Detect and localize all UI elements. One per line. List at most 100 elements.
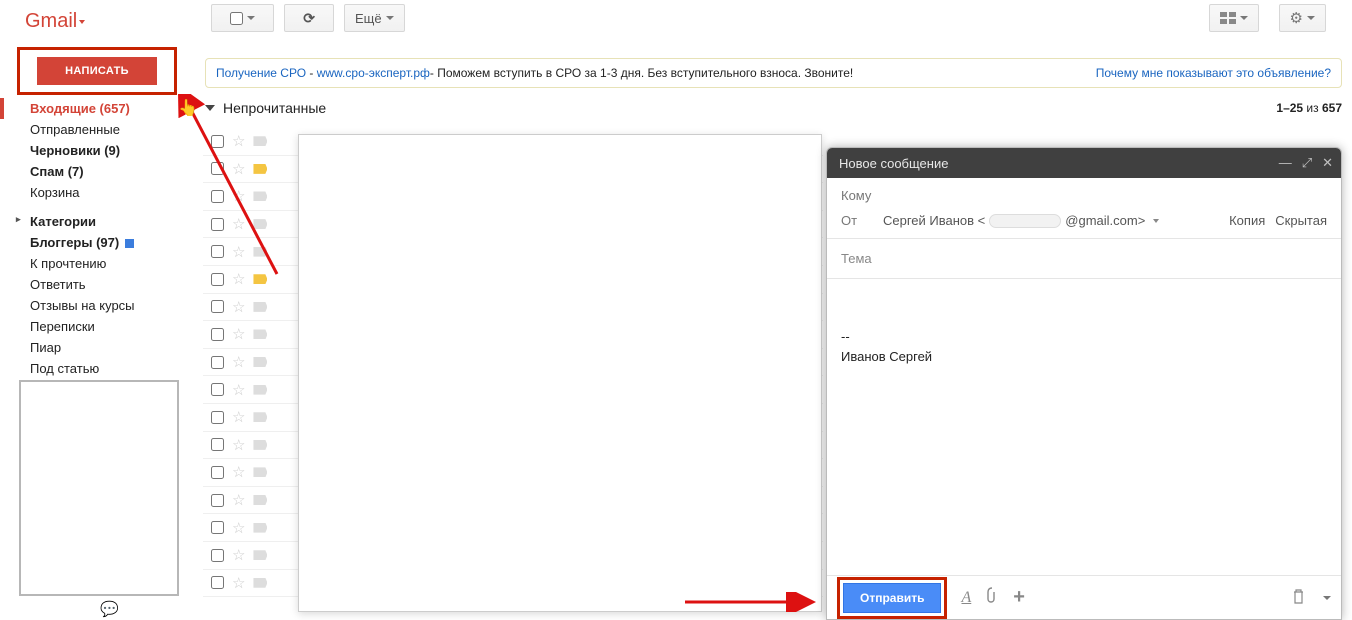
star-icon[interactable]: ☆	[232, 325, 245, 343]
importance-marker[interactable]	[253, 467, 267, 477]
expand-icon[interactable]: ⤢	[1302, 155, 1312, 171]
star-icon[interactable]: ☆	[232, 574, 245, 592]
row-checkbox[interactable]	[211, 521, 224, 534]
from-value[interactable]: Сергей Иванов < @gmail.com>	[883, 213, 1229, 228]
compose-dialog: Новое сообщение — ⤢ ✕ Кому От Сергей Ива…	[826, 147, 1342, 620]
sidebar-item-forarticle[interactable]: Под статью	[10, 358, 190, 379]
density-icon	[1220, 12, 1236, 24]
compose-body[interactable]: -- Иванов Сергей	[827, 279, 1341, 366]
sidebar-item-sent[interactable]: Отправленные	[10, 119, 190, 140]
subject-field[interactable]: Тема	[827, 239, 1341, 279]
star-icon[interactable]: ☆	[232, 353, 245, 371]
chevron-down-icon	[386, 16, 394, 20]
gmail-logo[interactable]: Gmail	[25, 10, 85, 33]
row-checkbox[interactable]	[211, 438, 224, 451]
compose-button[interactable]: НАПИСАТЬ	[37, 57, 157, 85]
chevron-down-icon	[1240, 16, 1248, 20]
sidebar-item-toread[interactable]: К прочтению	[10, 253, 190, 274]
importance-marker[interactable]	[253, 385, 267, 395]
select-all-checkbox[interactable]	[230, 12, 243, 25]
row-checkbox[interactable]	[211, 576, 224, 589]
toolbar: Gmail ⟳ Ещё ⚙	[0, 0, 1352, 44]
row-checkbox[interactable]	[211, 549, 224, 562]
compose-title: Новое сообщение	[839, 156, 948, 171]
sidebar: Входящие (657) Отправленные Черновики (9…	[10, 98, 190, 400]
gear-icon: ⚙	[1290, 9, 1303, 27]
close-icon[interactable]: ✕	[1322, 155, 1333, 171]
minimize-icon[interactable]: —	[1279, 155, 1292, 171]
sidebar-item-categories[interactable]: Категории	[10, 211, 190, 232]
annotation-arrow	[680, 592, 820, 612]
promo-site-link[interactable]: www.сро-эксперт.рф	[317, 66, 430, 80]
redacted-email	[989, 214, 1061, 228]
sidebar-item-reviews[interactable]: Отзывы на курсы	[10, 295, 190, 316]
sidebar-item-correspondence[interactable]: Переписки	[10, 316, 190, 337]
importance-marker[interactable]	[253, 523, 267, 533]
sidebar-item-inbox[interactable]: Входящие (657)	[10, 98, 190, 119]
why-this-ad-link[interactable]: Почему мне показывают это объявление?	[1096, 66, 1331, 80]
sidebar-overlay-box	[19, 380, 179, 596]
row-checkbox[interactable]	[211, 383, 224, 396]
compose-footer: Отправить A +	[827, 575, 1341, 619]
settings-button[interactable]: ⚙	[1279, 4, 1326, 32]
annotation-arrow	[177, 94, 287, 284]
sidebar-item-drafts[interactable]: Черновики (9)	[10, 140, 190, 161]
importance-marker[interactable]	[253, 412, 267, 422]
section-header: Непрочитанные 1–25 из 657	[205, 100, 1342, 116]
star-icon[interactable]: ☆	[232, 519, 245, 537]
sidebar-item-trash[interactable]: Корзина	[10, 182, 190, 203]
sidebar-item-reply[interactable]: Ответить	[10, 274, 190, 295]
cc-link[interactable]: Копия	[1229, 213, 1265, 228]
logo-dropdown-caret	[79, 20, 85, 24]
chevron-down-icon	[1153, 219, 1159, 223]
importance-marker[interactable]	[253, 578, 267, 588]
formatting-icon[interactable]: A	[961, 589, 971, 607]
star-icon[interactable]: ☆	[232, 408, 245, 426]
more-label: Ещё	[355, 11, 382, 26]
importance-marker[interactable]	[253, 329, 267, 339]
row-checkbox[interactable]	[211, 328, 224, 341]
star-icon[interactable]: ☆	[232, 491, 245, 509]
density-button[interactable]	[1209, 4, 1259, 32]
signature-separator: --	[841, 327, 1327, 347]
chevron-down-icon	[1307, 16, 1315, 20]
row-checkbox[interactable]	[211, 356, 224, 369]
insert-more-icon[interactable]: +	[1013, 586, 1025, 609]
to-field[interactable]: Кому	[827, 178, 1341, 209]
send-button[interactable]: Отправить	[843, 583, 941, 613]
more-button[interactable]: Ещё	[344, 4, 405, 32]
row-checkbox[interactable]	[211, 300, 224, 313]
importance-marker[interactable]	[253, 440, 267, 450]
label-color-swatch	[125, 239, 134, 248]
sidebar-item-spam[interactable]: Спам (7)	[10, 161, 190, 182]
bcc-link[interactable]: Скрытая	[1275, 213, 1327, 228]
promo-title-link[interactable]: Получение СРО	[216, 66, 306, 80]
chat-icon[interactable]: 💬	[100, 600, 119, 618]
compose-header[interactable]: Новое сообщение — ⤢ ✕	[827, 148, 1341, 178]
star-icon[interactable]: ☆	[232, 381, 245, 399]
star-icon[interactable]: ☆	[232, 463, 245, 481]
importance-marker[interactable]	[253, 302, 267, 312]
from-label: От	[841, 213, 883, 228]
star-icon[interactable]: ☆	[232, 436, 245, 454]
refresh-button[interactable]: ⟳	[284, 4, 334, 32]
select-all-button[interactable]	[211, 4, 274, 32]
row-checkbox[interactable]	[211, 494, 224, 507]
signature-name: Иванов Сергей	[841, 347, 1327, 367]
trash-icon[interactable]	[1292, 589, 1305, 607]
star-icon[interactable]: ☆	[232, 546, 245, 564]
importance-marker[interactable]	[253, 495, 267, 505]
from-row: От Сергей Иванов < @gmail.com> Копия Скр…	[827, 209, 1341, 239]
promo-text: - Поможем вступить в СРО за 1-3 дня. Без…	[430, 66, 853, 80]
attachment-icon[interactable]	[985, 587, 999, 608]
compose-highlight: НАПИСАТЬ	[17, 47, 177, 95]
row-checkbox[interactable]	[211, 466, 224, 479]
importance-marker[interactable]	[253, 357, 267, 367]
sidebar-item-pr[interactable]: Пиар	[10, 337, 190, 358]
chevron-down-icon[interactable]	[1323, 596, 1331, 600]
row-checkbox[interactable]	[211, 411, 224, 424]
importance-marker[interactable]	[253, 550, 267, 560]
send-highlight: Отправить	[837, 577, 947, 619]
star-icon[interactable]: ☆	[232, 298, 245, 316]
sidebar-item-bloggers[interactable]: Блоггеры (97)	[10, 232, 190, 253]
